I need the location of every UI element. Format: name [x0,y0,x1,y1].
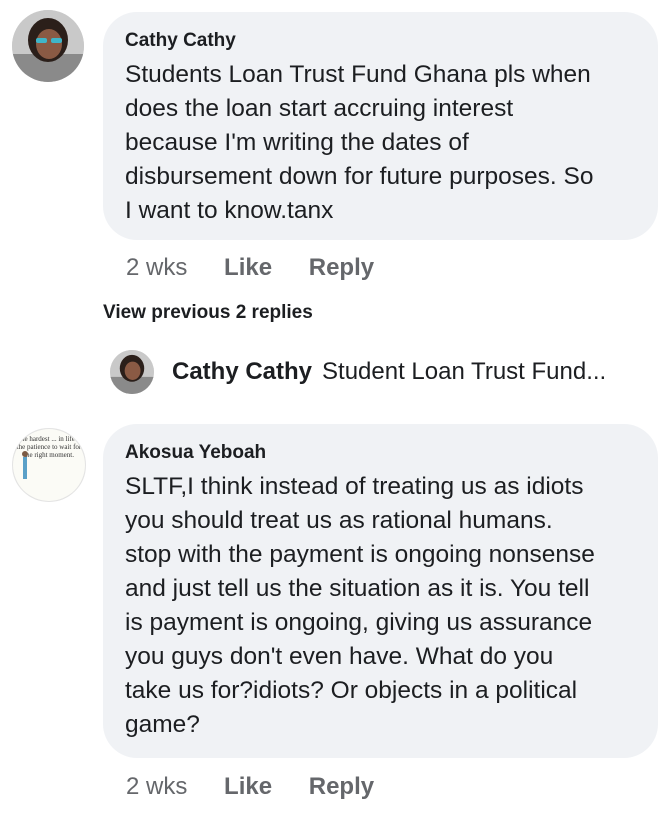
reply-preview[interactable]: Cathy Cathy Student Loan Trust Fund... [110,350,606,394]
like-button[interactable]: Like [224,773,272,800]
comment-text: SLTF,I think instead of treating us as i… [125,473,595,738]
avatar[interactable]: The hardest ... in life is the patience … [12,428,86,502]
reply-button[interactable]: Reply [309,254,374,281]
comment-time[interactable]: 2 wks [126,254,187,281]
reply-author[interactable]: Cathy Cathy [172,358,312,386]
comment-bubble: Cathy Cathy Students Loan Trust Fund Gha… [103,12,658,240]
comment-author[interactable]: Cathy Cathy [125,30,636,52]
reply-snippet[interactable]: Student Loan Trust Fund... [322,358,606,386]
figure-illustration [22,451,28,479]
like-button[interactable]: Like [224,254,272,281]
view-previous-replies-link[interactable]: View previous 2 replies [103,302,313,324]
comment-text: Students Loan Trust Fund Ghana pls when … [125,61,594,224]
quote-image: The hardest ... in life is the patience … [13,429,85,501]
avatar [110,350,154,394]
comment-bubble: Akosua Yeboah SLTF,I think instead of tr… [103,424,658,758]
comment-time[interactable]: 2 wks [126,773,187,800]
profile-photo [110,350,154,394]
reply-button[interactable]: Reply [309,773,374,800]
profile-photo [12,10,84,82]
comment-author[interactable]: Akosua Yeboah [125,442,636,464]
comment-meta: 2 wks Like Reply [126,254,404,282]
comment-meta: 2 wks Like Reply [126,773,404,801]
avatar[interactable] [12,10,84,82]
